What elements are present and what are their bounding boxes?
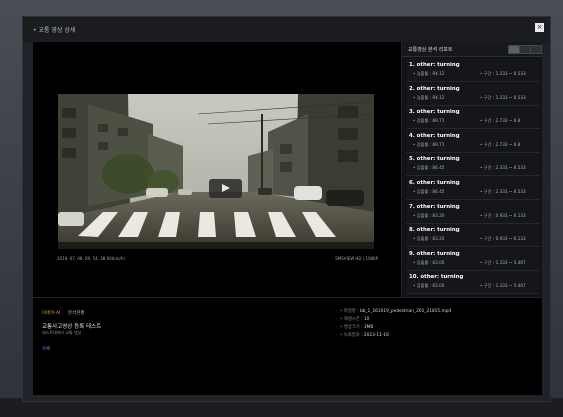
- result-item[interactable]: 5. other: turning • 검출률 : 86.45 • 구간 : 2.3…: [406, 153, 540, 177]
- result-range: • 구간 : 1.333 ~ 6.533: [480, 71, 526, 76]
- result-score: • 검출률 : 94.12: [413, 71, 445, 76]
- analysis-report-panel: 교통영상 분석 리포트 1. other: turning • 검출률 : 94.…: [402, 42, 542, 297]
- result-score: • 검출률 : 89.71: [413, 118, 445, 124]
- view-toggle-3[interactable]: [530, 45, 542, 54]
- result-range: • 구간 : 0.933 ~ 6.133: [480, 236, 526, 242]
- result-item[interactable]: 10. other: turning • 검출률 : 83.00 • 구간 : 1.…: [406, 271, 540, 295]
- meta-recorded-date-key: • 녹화일자 :: [340, 333, 364, 338]
- tab-analysis-status[interactable]: 분석현황: [68, 310, 85, 316]
- video-frame: [58, 94, 374, 249]
- list-link[interactable]: 목록: [42, 346, 50, 352]
- result-label: 1. other: turning: [409, 62, 460, 68]
- result-label: 3. other: turning: [409, 109, 460, 116]
- result-score: • 검출률 : 83.20: [413, 212, 445, 218]
- meta-recorded-date-value: 2023-11-16: [363, 333, 389, 338]
- report-title: 교통영상 분석 리포트: [408, 47, 453, 53]
- result-score: • 검출률 : 83.20: [413, 236, 445, 242]
- result-item[interactable]: 7. other: turning • 검출률 : 83.20 • 구간 : 0.9…: [406, 200, 540, 224]
- result-item[interactable]: 1. other: turning • 검출률 : 94.12 • 구간 : 1.3…: [406, 59, 540, 82]
- result-range: • 구간 : 0.933 ~ 6.133: [480, 212, 526, 218]
- result-range: • 구간 : 2.333 ~ 6.533: [480, 165, 526, 171]
- video-subtitle: 테스트데이터 교통 영상: [42, 330, 82, 335]
- meta-filename-value: bb_1_161019_pedestrian_201_21815.mp4: [359, 309, 452, 314]
- video-resolution: SMSVIEW HD | 1080P: [335, 256, 378, 261]
- result-score: • 검출률 : 83.00: [413, 283, 445, 289]
- report-header: 교통영상 분석 리포트: [402, 42, 542, 57]
- result-item[interactable]: 8. other: turning • 검출률 : 83.20 • 구간 : 0.9…: [406, 224, 540, 248]
- result-label: 5. other: turning: [409, 156, 460, 163]
- meta-filename: • 파일명 : bb_1_161019_pedestrian_201_21815…: [340, 308, 451, 314]
- video-timestamp: 2019. 07. 08. 09. 54. 38 60(km/h): [57, 256, 125, 261]
- tab-ai[interactable]: 이네이-AI: [42, 310, 60, 316]
- result-range: • 구간 : 1.333 ~ 6.533: [480, 94, 526, 100]
- result-item[interactable]: 2. other: turning • 검출률 : 94.12 • 구간 : 1.3…: [406, 82, 540, 106]
- close-button[interactable]: ×: [535, 23, 544, 32]
- result-label: 7. other: turning: [409, 203, 460, 210]
- meta-filesize: • 영상크기 : 3MB: [340, 324, 373, 330]
- result-label: 10. other: turning: [409, 274, 464, 281]
- video-player[interactable]: 2019. 07. 08. 09. 54. 38 60(km/h) SMSVIE…: [33, 42, 401, 297]
- result-item[interactable]: 9. other: turning • 검출률 : 83.00 • 구간 : 1.3…: [406, 247, 540, 271]
- result-item[interactable]: 4. other: turning • 검출률 : 89.71 • 구간 : 2.7…: [406, 129, 540, 153]
- video-title: 교통사고영상 등록 테스트: [42, 324, 102, 330]
- meta-duration: • 재생시간 : 10: [340, 316, 369, 322]
- video-info-panel: 이네이-AI 분석현황 교통사고영상 등록 테스트 테스트데이터 교통 영상 목…: [33, 298, 542, 395]
- result-label: 6. other: turning: [409, 180, 460, 186]
- meta-filename-key: • 파일명 :: [340, 309, 360, 314]
- meta-filesize-key: • 영상크기 :: [340, 325, 364, 330]
- play-button[interactable]: [209, 179, 242, 198]
- result-item[interactable]: 6. other: turning • 검출률 : 86.45 • 구간 : 2.3…: [406, 177, 540, 200]
- result-item[interactable]: 3. other: turning • 검출률 : 89.71 • 구간 : 2.7…: [406, 106, 540, 130]
- result-range: • 구간 : 2.733 ~ 6.8: [480, 118, 521, 124]
- result-range: • 구간 : 2.733 ~ 6.8: [480, 141, 521, 147]
- modal-header: • 교통 영상 상세 ×: [23, 17, 550, 43]
- result-label: 4. other: turning: [409, 132, 460, 139]
- result-label: 8. other: turning: [409, 227, 460, 234]
- result-score: • 검출률 : 86.45: [413, 165, 445, 171]
- result-score: • 검출률 : 86.45: [413, 189, 445, 194]
- result-range: • 구간 : 2.333 ~ 6.533: [480, 189, 526, 194]
- result-score: • 검출률 : 89.71: [413, 141, 445, 147]
- result-label: 2. other: turning: [409, 85, 460, 92]
- result-range: • 구간 : 1.333 ~ 5.467: [480, 259, 526, 265]
- dashcam-scene: [58, 94, 374, 249]
- meta-duration-value: 10: [363, 317, 370, 322]
- meta-filesize-value: 3MB: [363, 325, 374, 330]
- meta-recorded-date: • 녹화일자 : 2023-11-16: [340, 332, 389, 338]
- result-range: • 구간 : 1.333 ~ 5.467: [480, 283, 526, 289]
- meta-duration-key: • 재생시간 :: [340, 317, 364, 322]
- result-score: • 검출률 : 94.12: [413, 94, 445, 100]
- traffic-video-detail-modal: • 교통 영상 상세 × 2019. 07. 08. 09. 54. 38 60…: [22, 16, 551, 402]
- result-label: 9. other: turning: [409, 250, 460, 257]
- modal-title: • 교통 영상 상세: [33, 27, 76, 34]
- result-score: • 검출률 : 83.00: [413, 259, 445, 265]
